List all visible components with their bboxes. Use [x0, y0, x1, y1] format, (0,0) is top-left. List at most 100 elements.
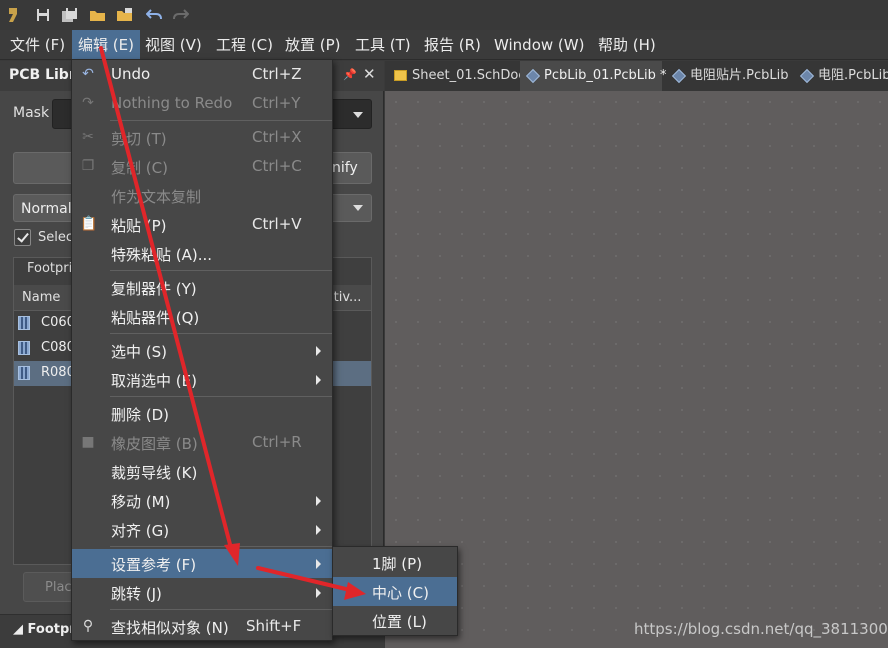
menu-item-delete[interactable]: 删除 (D) [72, 399, 332, 428]
menu-item-set-reference[interactable]: 设置参考 (F) [72, 549, 332, 578]
tab-resistor-smd[interactable]: 电阻贴片.PcbLib [666, 61, 794, 91]
column-header-name[interactable]: Name [22, 290, 60, 305]
document-tabs: Sheet_01.SchDoc PcbLib_01.PcbLib * 电阻贴片.… [385, 61, 888, 91]
pcb-canvas[interactable] [385, 91, 888, 648]
menu-item-label: 粘贴 (P) [111, 217, 167, 235]
footprint-name: R080 [41, 365, 75, 380]
menu-item-label: 删除 (D) [111, 406, 170, 424]
edit-menu-dropdown: ↶ Undo Ctrl+Z ↷ Nothing to Redo Ctrl+Y ✂… [71, 59, 333, 641]
menu-item-label: Nothing to Redo [111, 94, 233, 112]
footprints-tab[interactable]: Footpri [27, 261, 72, 276]
menu-item-move[interactable]: 移动 (M) [72, 486, 332, 515]
menu-item-shortcut: Ctrl+Z [252, 65, 302, 83]
menu-separator [110, 120, 332, 121]
chevron-right-icon [316, 559, 321, 569]
select-checkbox-label: Selec [38, 230, 74, 245]
menu-project[interactable]: 工程 (C) [210, 30, 279, 60]
menu-item-jump[interactable]: 跳转 (J) [72, 578, 332, 607]
menu-item-redo[interactable]: ↷ Nothing to Redo Ctrl+Y [72, 89, 332, 118]
chevron-right-icon [316, 588, 321, 598]
menu-item-label: 特殊粘贴 (A)... [111, 246, 213, 264]
menubar: 文件 (F) 编辑 (E) 视图 (V) 工程 (C) 放置 (P) 工具 (T… [0, 30, 888, 60]
menu-separator [110, 396, 332, 397]
footprint-icon [18, 366, 30, 380]
chevron-right-icon [316, 496, 321, 506]
app-logo-icon [3, 4, 25, 26]
tab-pcblib-01[interactable]: PcbLib_01.PcbLib * [520, 61, 667, 91]
pin-icon[interactable]: 📌 [343, 68, 357, 81]
menu-item-copy-as-text[interactable]: 作为文本复制 [72, 181, 332, 210]
pcb-library-icon [671, 68, 687, 84]
close-icon[interactable]: ✕ [363, 65, 376, 83]
menu-place[interactable]: 放置 (P) [279, 30, 347, 60]
pcb-library-icon [799, 68, 815, 84]
magnify-button-label[interactable]: nify [332, 160, 358, 176]
menu-separator [110, 333, 332, 334]
undo-toolbar-icon[interactable] [143, 4, 165, 26]
copy-icon: ❐ [81, 158, 95, 174]
menu-file[interactable]: 文件 (F) [4, 30, 71, 60]
submenu-item-label: 1脚 (P) [372, 555, 423, 573]
submenu-item-pin1[interactable]: 1脚 (P) [333, 548, 457, 577]
paste-icon: 📋 [80, 216, 98, 232]
tab-label: 电阻.PcbLib [818, 68, 888, 83]
menu-item-label: 跳转 (J) [111, 585, 162, 603]
rubber-stamp-icon: ■ [81, 434, 95, 450]
chevron-right-icon [316, 346, 321, 356]
submenu-item-label: 中心 (C) [372, 584, 429, 602]
select-checkbox[interactable] [14, 229, 31, 246]
menu-window[interactable]: Window (W) [488, 30, 590, 60]
menu-tools[interactable]: 工具 (T) [349, 30, 417, 60]
menu-item-label: 橡皮图章 (B) [111, 435, 198, 453]
open-project-icon[interactable] [114, 4, 136, 26]
menu-view[interactable]: 视图 (V) [139, 30, 208, 60]
menu-reports[interactable]: 报告 (R) [418, 30, 487, 60]
menu-item-label: Undo [111, 65, 151, 83]
menu-edit[interactable]: 编辑 (E) [72, 30, 140, 60]
menu-item-rubber-stamp[interactable]: ■ 橡皮图章 (B) Ctrl+R [72, 428, 332, 457]
menu-item-align[interactable]: 对齐 (G) [72, 515, 332, 544]
menu-item-label: 对齐 (G) [111, 522, 170, 540]
open-folder-icon[interactable] [87, 4, 109, 26]
submenu-item-center[interactable]: 中心 (C) [333, 577, 457, 606]
mask-label: Mask [13, 105, 50, 121]
menu-item-label: 裁剪导线 (K) [111, 464, 198, 482]
undo-icon: ↶ [82, 66, 94, 82]
menu-help[interactable]: 帮助 (H) [592, 30, 662, 60]
quick-access-toolbar [0, 0, 888, 30]
menu-item-label: 复制 (C) [111, 159, 168, 177]
footprint-icon [18, 316, 30, 330]
column-header-primitives[interactable]: itiv... [330, 290, 361, 305]
save-icon[interactable] [32, 4, 54, 26]
submenu-item-location[interactable]: 位置 (L) [333, 606, 457, 635]
redo-icon: ↷ [82, 95, 94, 111]
menu-item-paste-special[interactable]: 特殊粘贴 (A)... [72, 239, 332, 268]
save-all-icon[interactable] [59, 4, 81, 26]
menu-item-select[interactable]: 选中 (S) [72, 336, 332, 365]
menu-item-label: 复制器件 (Y) [111, 280, 197, 298]
mode-select-value: Normal [21, 201, 72, 217]
footprint-name: C060 [41, 315, 75, 330]
menu-item-slice-tracks[interactable]: 裁剪导线 (K) [72, 457, 332, 486]
menu-item-label: 作为文本复制 [111, 188, 202, 206]
menu-item-shortcut: Ctrl+Y [252, 94, 301, 112]
menu-item-label: 移动 (M) [111, 493, 171, 511]
menu-item-duplicate-component[interactable]: 复制器件 (Y) [72, 273, 332, 302]
menu-item-copy[interactable]: ❐ 复制 (C) Ctrl+C [72, 152, 332, 181]
menu-item-paste[interactable]: 📋 粘贴 (P) Ctrl+V [72, 210, 332, 239]
chevron-right-icon [316, 375, 321, 385]
menu-item-shortcut: Ctrl+V [252, 215, 302, 233]
find-similar-icon: ⚲ [82, 618, 94, 634]
menu-item-paste-component[interactable]: 粘贴器件 (Q) [72, 302, 332, 331]
tab-sheet-01[interactable]: Sheet_01.SchDoc [388, 61, 526, 91]
footprint-section-text: Footpr [27, 622, 76, 637]
redo-toolbar-icon[interactable] [170, 4, 192, 26]
schematic-icon [394, 70, 407, 81]
menu-item-undo[interactable]: ↶ Undo Ctrl+Z [72, 60, 332, 89]
menu-item-find-similar[interactable]: ⚲ 查找相似对象 (N) Shift+F [72, 612, 332, 641]
menu-item-deselect[interactable]: 取消选中 (E) [72, 365, 332, 394]
menu-item-cut[interactable]: ✂ 剪切 (T) Ctrl+X [72, 123, 332, 152]
cut-icon: ✂ [82, 129, 94, 145]
menu-item-shortcut: Ctrl+R [252, 433, 302, 451]
tab-resistor[interactable]: 电阻.PcbLib [794, 61, 888, 91]
